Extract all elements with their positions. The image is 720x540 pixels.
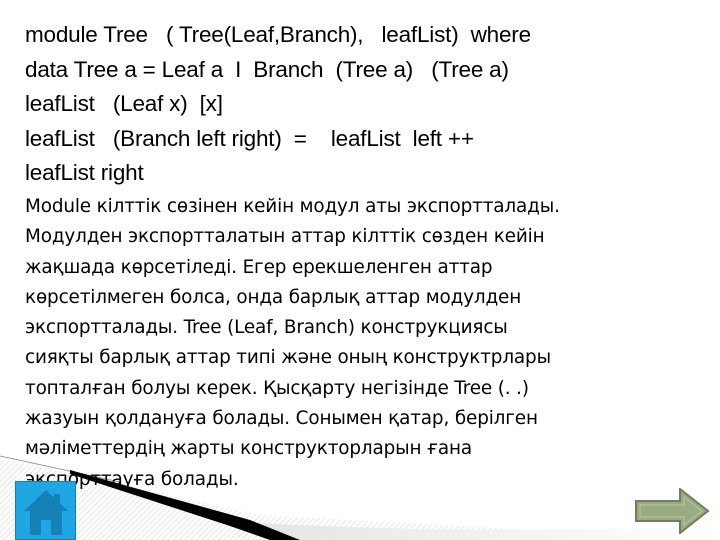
code-line: leafList (Branch left right) = leafList … [25,125,474,151]
code-block: module Tree ( Tree(Leaf,Branch), leafLis… [25,18,705,191]
home-button[interactable] [15,481,76,540]
paragraph-line: мәліметтердің жарты конструкторларын ған… [25,438,472,460]
paragraph-line: Module кілттік сөзінен кейін модул аты э… [25,196,560,217]
paragraph-line: көрсетілмеген болса, онда барлық аттар м… [25,286,522,308]
code-line: data Tree a = Leaf a I Branch (Tree a) (… [25,56,509,82]
slide: module Tree ( Tree(Leaf,Branch), leafLis… [0,0,720,540]
explanation-paragraph: Module кілттік сөзінен кейін модул аты э… [25,192,695,495]
paragraph-line: сияқты барлық аттар типі және оның конст… [25,347,551,369]
arrow-right-icon [635,488,710,534]
code-line: leafList right [25,160,144,185]
paragraph-line: жазуын қолдануға болады. Сонымен қатар, … [25,408,538,430]
code-line: leafList (Leaf x) [x] [25,91,223,116]
paragraph-line: Модулден экспортталатын аттар кілттік сө… [25,226,545,248]
next-slide-button[interactable] [634,488,710,534]
paragraph-line: жақшада көрсетіледі. Егер ерекшеленген а… [25,256,493,278]
code-line: module Tree ( Tree(Leaf,Branch), leafLis… [25,22,531,47]
home-icon [24,490,68,535]
paragraph-line: топталған болуы керек. Қысқарту негізінд… [25,377,529,399]
paragraph-line: экспортталады. Tree (Leaf, Branch) конст… [25,317,508,339]
paragraph-line: экспорттауға болады. [25,468,239,490]
